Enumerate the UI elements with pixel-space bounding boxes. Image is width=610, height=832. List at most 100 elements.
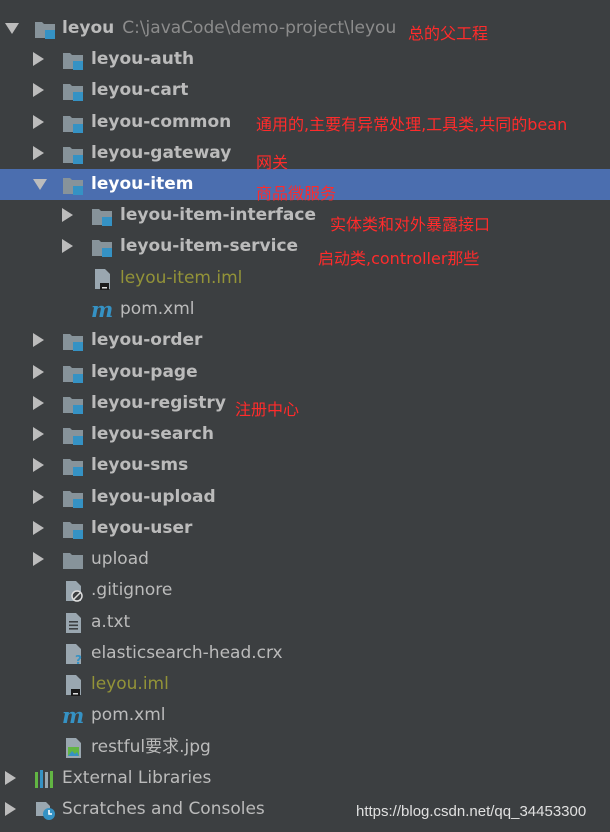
expand-arrow-icon[interactable] bbox=[33, 427, 44, 441]
maven-icon bbox=[62, 705, 84, 727]
tree-row-gitignore[interactable]: .gitignore bbox=[0, 575, 610, 606]
annotation-item-interface: 实体类和对外暴露接口 bbox=[330, 215, 491, 234]
module-label: leyou-order bbox=[91, 330, 203, 350]
module-folder-icon bbox=[62, 49, 84, 71]
tree-row-leyou-auth[interactable]: leyou-auth bbox=[0, 44, 610, 75]
tree-label: External Libraries bbox=[62, 768, 212, 788]
module-folder-icon bbox=[62, 330, 84, 352]
tree-row-leyou-item-iml[interactable]: leyou-item.iml bbox=[0, 263, 610, 294]
file-label: pom.xml bbox=[120, 299, 195, 319]
module-folder-icon bbox=[62, 424, 84, 446]
tree-row-leyou-sms[interactable]: leyou-sms bbox=[0, 450, 610, 481]
module-folder-icon bbox=[62, 112, 84, 134]
tree-row-leyou-registry[interactable]: leyou-registry bbox=[0, 388, 610, 419]
tree-row-leyou-page[interactable]: leyou-page bbox=[0, 357, 610, 388]
folder-icon bbox=[62, 549, 84, 571]
module-label: leyou-upload bbox=[91, 487, 216, 507]
module-folder-icon bbox=[62, 487, 84, 509]
image-file-icon bbox=[62, 737, 84, 759]
gitignore-file-icon bbox=[62, 580, 84, 602]
module-label: leyou-user bbox=[91, 518, 193, 538]
collapse-arrow-icon[interactable] bbox=[5, 23, 19, 34]
expand-arrow-icon[interactable] bbox=[33, 52, 44, 66]
module-label: leyou-item bbox=[91, 174, 194, 194]
tree-row-leyou-search[interactable]: leyou-search bbox=[0, 419, 610, 450]
tree-row-leyou-order[interactable]: leyou-order bbox=[0, 325, 610, 356]
tree-row-leyou-item-service[interactable]: leyou-item-service bbox=[0, 231, 610, 262]
file-label: elasticsearch-head.crx bbox=[91, 643, 283, 663]
annotation-item-service: 启动类,controller那些 bbox=[318, 249, 480, 268]
libraries-icon bbox=[34, 768, 56, 790]
module-folder-icon bbox=[62, 143, 84, 165]
expand-arrow-icon[interactable] bbox=[33, 490, 44, 504]
tree-row-leyou-gateway[interactable]: leyou-gateway bbox=[0, 138, 610, 169]
module-label: leyou-sms bbox=[91, 455, 189, 475]
module-label: leyou-common bbox=[91, 112, 232, 132]
annotation-item: 商品微服务 bbox=[256, 184, 337, 203]
module-folder-icon bbox=[62, 174, 84, 196]
module-label: leyou-item-interface bbox=[120, 205, 316, 225]
expand-arrow-icon[interactable] bbox=[33, 83, 44, 97]
expand-arrow-icon[interactable] bbox=[5, 771, 16, 785]
module-folder-icon bbox=[62, 455, 84, 477]
module-label: leyou-auth bbox=[91, 49, 195, 69]
unknown-file-icon bbox=[62, 643, 84, 665]
module-folder-icon bbox=[34, 18, 56, 40]
tree-row-leyou-iml[interactable]: leyou.iml bbox=[0, 669, 610, 700]
module-folder-icon bbox=[62, 393, 84, 415]
expand-arrow-icon[interactable] bbox=[33, 552, 44, 566]
tree-row-root-pom[interactable]: pom.xml bbox=[0, 700, 610, 731]
text-file-icon bbox=[62, 612, 84, 634]
file-label: leyou.iml bbox=[91, 674, 169, 694]
file-label: restful要求.jpg bbox=[91, 737, 211, 757]
folder-label: upload bbox=[91, 549, 149, 569]
module-folder-icon bbox=[62, 362, 84, 384]
module-label: leyou-item-service bbox=[120, 236, 299, 256]
annotation-gateway: 网关 bbox=[256, 153, 289, 172]
root-name: leyou bbox=[62, 18, 115, 38]
tree-row-item-pom[interactable]: pom.xml bbox=[0, 294, 610, 325]
maven-icon bbox=[91, 299, 113, 321]
expand-arrow-icon[interactable] bbox=[33, 333, 44, 347]
expand-arrow-icon[interactable] bbox=[33, 396, 44, 410]
root-path: C:\javaCode\demo-project\leyou bbox=[122, 18, 397, 38]
tree-row-restful-jpg[interactable]: restful要求.jpg bbox=[0, 732, 610, 763]
file-label: pom.xml bbox=[91, 705, 166, 725]
file-label: a.txt bbox=[91, 612, 131, 632]
watermark: https://blog.csdn.net/qq_34453300 bbox=[356, 803, 587, 820]
expand-arrow-icon[interactable] bbox=[33, 365, 44, 379]
expand-arrow-icon[interactable] bbox=[33, 458, 44, 472]
module-label: leyou-gateway bbox=[91, 143, 232, 163]
root-label: leyou C:\javaCode\demo-project\leyou bbox=[62, 19, 396, 38]
expand-arrow-icon[interactable] bbox=[33, 521, 44, 535]
expand-arrow-icon[interactable] bbox=[62, 208, 73, 222]
expand-arrow-icon[interactable] bbox=[33, 115, 44, 129]
tree-row-a-txt[interactable]: a.txt bbox=[0, 607, 610, 638]
annotation-registry: 注册中心 bbox=[235, 400, 300, 419]
module-label: leyou-registry bbox=[91, 393, 226, 413]
module-label: leyou-cart bbox=[91, 80, 189, 100]
module-folder-icon bbox=[91, 236, 113, 258]
tree-row-leyou-cart[interactable]: leyou-cart bbox=[0, 75, 610, 106]
module-folder-icon bbox=[62, 80, 84, 102]
tree-row-external-libraries[interactable]: External Libraries bbox=[0, 763, 610, 794]
iml-file-icon bbox=[91, 268, 113, 290]
expand-arrow-icon[interactable] bbox=[33, 146, 44, 160]
tree-label: Scratches and Consoles bbox=[62, 799, 265, 819]
expand-arrow-icon[interactable] bbox=[5, 802, 16, 816]
tree-row-leyou-item-interface[interactable]: leyou-item-interface bbox=[0, 200, 610, 231]
annotation-root: 总的父工程 bbox=[408, 24, 489, 43]
expand-arrow-icon[interactable] bbox=[62, 239, 73, 253]
tree-row-crx[interactable]: elasticsearch-head.crx bbox=[0, 638, 610, 669]
file-label: leyou-item.iml bbox=[120, 268, 243, 288]
collapse-arrow-icon[interactable] bbox=[33, 179, 47, 190]
scratches-icon bbox=[34, 799, 56, 821]
module-label: leyou-page bbox=[91, 362, 198, 382]
tree-row-root[interactable]: leyou C:\javaCode\demo-project\leyou bbox=[0, 13, 610, 44]
tree-row-upload[interactable]: upload bbox=[0, 544, 610, 575]
file-label: .gitignore bbox=[91, 580, 173, 600]
tree-row-leyou-user[interactable]: leyou-user bbox=[0, 513, 610, 544]
module-label: leyou-search bbox=[91, 424, 214, 444]
tree-row-leyou-upload[interactable]: leyou-upload bbox=[0, 482, 610, 513]
module-folder-icon bbox=[91, 205, 113, 227]
